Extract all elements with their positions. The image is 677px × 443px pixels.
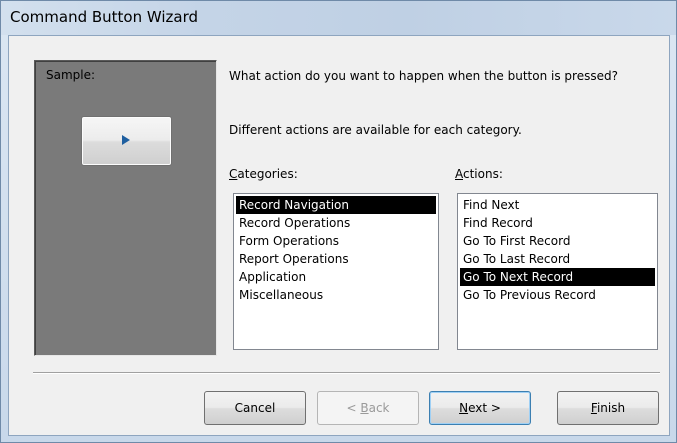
sample-button-preview	[81, 116, 172, 166]
wizard-body: Sample: What action do you want to happe…	[8, 35, 670, 436]
categories-label-text: ategories:	[237, 167, 298, 181]
category-info: Different actions are available for each…	[229, 123, 522, 137]
list-item-report-operations[interactable]: Report Operations	[236, 250, 436, 268]
list-item-application[interactable]: Application	[236, 268, 436, 286]
back-button[interactable]: < Back	[317, 391, 419, 425]
sample-label: Sample:	[46, 68, 96, 82]
list-item-go-to-last-record[interactable]: Go To Last Record	[460, 250, 655, 268]
title-bar[interactable]: Command Button Wizard	[1, 1, 676, 35]
list-item-go-to-first-record[interactable]: Go To First Record	[460, 232, 655, 250]
categories-label: Categories:	[229, 167, 298, 181]
list-item-record-operations[interactable]: Record Operations	[236, 214, 436, 232]
back-hotkey: B	[360, 401, 369, 415]
finish-button[interactable]: Finish	[557, 391, 659, 425]
cancel-button[interactable]: Cancel	[204, 391, 306, 425]
actions-label-text: ctions:	[463, 167, 503, 181]
list-item-find-record[interactable]: Find Record	[460, 214, 655, 232]
actions-label: Actions:	[455, 167, 503, 181]
list-item-form-operations[interactable]: Form Operations	[236, 232, 436, 250]
next-hotkey: N	[459, 401, 469, 415]
next-button[interactable]: Next >	[429, 391, 531, 425]
list-item-record-navigation[interactable]: Record Navigation	[236, 196, 436, 214]
list-item-go-to-previous-record[interactable]: Go To Previous Record	[460, 286, 655, 304]
list-item-go-to-next-record[interactable]: Go To Next Record	[460, 268, 655, 286]
action-question: What action do you want to happen when t…	[229, 69, 618, 83]
actions-listbox[interactable]: Find Next Find Record Go To First Record…	[457, 193, 658, 350]
back-prefix: <	[346, 401, 361, 415]
finish-label: inish	[596, 401, 626, 415]
sample-panel: Sample:	[34, 60, 217, 356]
window-title: Command Button Wizard	[10, 8, 199, 26]
play-right-icon	[122, 135, 130, 145]
categories-listbox[interactable]: Record Navigation Record Operations Form…	[233, 193, 439, 350]
list-item-find-next[interactable]: Find Next	[460, 196, 655, 214]
list-item-miscellaneous[interactable]: Miscellaneous	[236, 286, 436, 304]
actions-hotkey: A	[455, 167, 463, 181]
next-label: ext >	[468, 401, 501, 415]
button-separator	[33, 372, 660, 374]
back-label: ack	[368, 401, 390, 415]
wizard-window: Command Button Wizard Sample: What actio…	[0, 0, 677, 443]
